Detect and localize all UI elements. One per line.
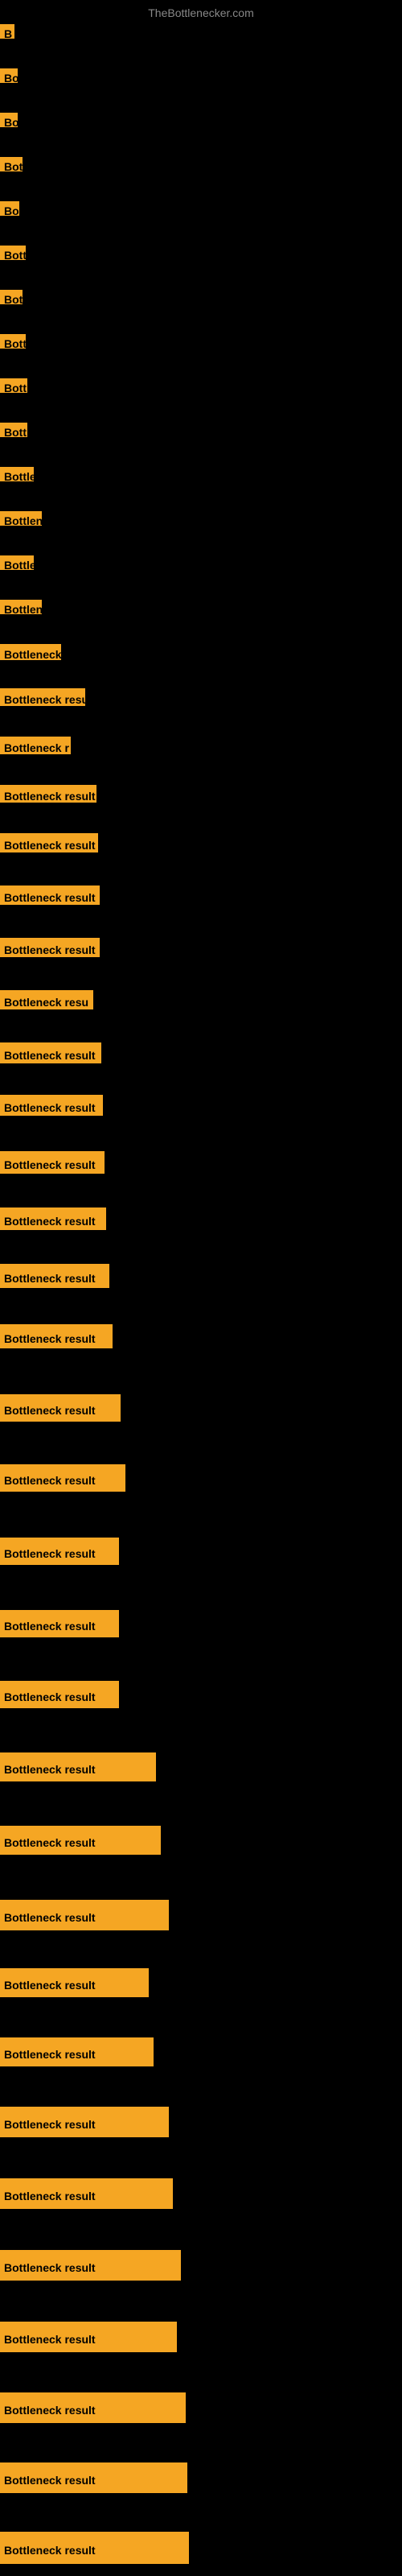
bottleneck-item: Bottleneck result <box>0 1464 125 1492</box>
bottleneck-label: Bottleneck result <box>0 1538 119 1565</box>
bottleneck-item: Bottleneck result <box>0 2322 177 2352</box>
bottleneck-label: Bottleneck resu <box>0 688 85 706</box>
bottleneck-label: Bo <box>0 68 18 83</box>
bottleneck-label: Bottleneck result <box>0 1610 119 1637</box>
bottleneck-label: Bot <box>0 290 23 304</box>
bottleneck-label: Bottleneck result <box>0 1324 113 1348</box>
bottleneck-item: Bott <box>0 378 27 393</box>
bottleneck-label: Bottleneck result <box>0 2462 187 2493</box>
bottleneck-item: Bottleneck result <box>0 1095 103 1116</box>
bottleneck-label: Bottleneck result <box>0 1394 121 1422</box>
bottleneck-label: Bottle <box>0 555 34 570</box>
site-title: TheBottlenecker.com <box>0 0 402 23</box>
bottleneck-item: Bottleneck result <box>0 1681 119 1708</box>
bottleneck-label: Bottleneck r <box>0 737 71 754</box>
bottleneck-item: Bottleneck result <box>0 1826 161 1855</box>
bottleneck-item: Bottlen <box>0 511 42 526</box>
bottleneck-item: Bottlen <box>0 600 42 614</box>
bottleneck-label: Bottleneck result <box>0 1900 169 1930</box>
bottleneck-item: Bottleneck result <box>0 2392 186 2423</box>
bottleneck-item: Bo <box>0 113 18 127</box>
bottleneck-label: Bottleneck result <box>0 2250 181 2281</box>
bottleneck-item: B <box>0 24 14 39</box>
bottleneck-label: Bottle <box>0 467 34 481</box>
bottleneck-label: Bottleneck result <box>0 2178 173 2209</box>
bottleneck-label: Bottleneck result <box>0 1151 105 1174</box>
bottleneck-label: Bottleneck result <box>0 1095 103 1116</box>
bottleneck-item: Bottle <box>0 467 34 481</box>
bottleneck-item: Bottleneck result <box>0 1752 156 1781</box>
bottleneck-item: Bottleneck result <box>0 2250 181 2281</box>
bottleneck-label: Bottleneck result <box>0 2107 169 2137</box>
bottleneck-item: Bottleneck result <box>0 1208 106 1230</box>
bottleneck-label: Bottleneck result <box>0 1681 119 1708</box>
bottleneck-item: Bott <box>0 423 27 437</box>
bottleneck-item: Bot <box>0 290 23 304</box>
bottleneck-item: Bottleneck result <box>0 1610 119 1637</box>
bottleneck-label: Bottleneck result <box>0 1826 161 1855</box>
bottleneck-item: Bott <box>0 246 26 260</box>
bottleneck-item: Bottle <box>0 555 34 570</box>
bottleneck-item: Bottleneck result <box>0 2037 154 2066</box>
bottleneck-item: Bottleneck <box>0 644 61 660</box>
bottleneck-label: Bottleneck result <box>0 785 96 803</box>
bottleneck-item: Bottleneck result <box>0 1264 109 1288</box>
bottleneck-label: Bottleneck result <box>0 2392 186 2423</box>
bottleneck-item: Bottleneck result <box>0 1151 105 1174</box>
bottleneck-label: Bottlen <box>0 600 42 614</box>
bottleneck-item: Bottleneck resu <box>0 990 93 1009</box>
bottleneck-label: Bottleneck result <box>0 1752 156 1781</box>
bottleneck-label: Bottleneck result <box>0 1264 109 1288</box>
bottleneck-label: Bottleneck result <box>0 2532 189 2564</box>
bottleneck-item: Bottleneck result <box>0 1042 101 1063</box>
bottleneck-item: Bottleneck result <box>0 2462 187 2493</box>
bottleneck-label: Bottleneck result <box>0 1464 125 1492</box>
bottleneck-label: Bottleneck result <box>0 886 100 905</box>
bottleneck-item: Bottleneck result <box>0 2178 173 2209</box>
bottleneck-label: Bottleneck result <box>0 2322 177 2352</box>
bottleneck-item: Bottleneck result <box>0 886 100 905</box>
bottleneck-item: Bo <box>0 201 19 216</box>
bottleneck-label: Bott <box>0 423 27 437</box>
bottleneck-item: Bo <box>0 68 18 83</box>
bottleneck-label: Bot <box>0 157 23 171</box>
bottleneck-label: Bott <box>0 334 26 349</box>
bottleneck-item: Bottleneck result <box>0 1900 169 1930</box>
bottleneck-item: Bottleneck result <box>0 785 96 803</box>
bottleneck-item: Bottleneck result <box>0 2107 169 2137</box>
bottleneck-label: Bottleneck result <box>0 1042 101 1063</box>
bottleneck-label: Bottleneck result <box>0 833 98 852</box>
bottleneck-label: Bo <box>0 201 19 216</box>
bottleneck-item: Bot <box>0 157 23 171</box>
bottleneck-item: Bottleneck r <box>0 737 71 754</box>
bottleneck-item: Bottleneck result <box>0 1968 149 1997</box>
bottleneck-item: Bottleneck result <box>0 2532 189 2564</box>
bottleneck-label: Bottleneck <box>0 644 61 660</box>
bottleneck-label: Bottleneck result <box>0 1968 149 1997</box>
bottleneck-label: Bottleneck result <box>0 938 100 957</box>
bottleneck-item: Bottleneck resu <box>0 688 85 706</box>
bottleneck-label: Bott <box>0 378 27 393</box>
bottleneck-label: Bottleneck result <box>0 2037 154 2066</box>
bottleneck-item: Bottleneck result <box>0 938 100 957</box>
bottleneck-label: B <box>0 24 14 39</box>
bottleneck-item: Bott <box>0 334 26 349</box>
bottleneck-item: Bottleneck result <box>0 1394 121 1422</box>
bottleneck-label: Bo <box>0 113 18 127</box>
bottleneck-item: Bottleneck result <box>0 833 98 852</box>
bottleneck-label: Bottlen <box>0 511 42 526</box>
bottleneck-label: Bottleneck result <box>0 1208 106 1230</box>
bottleneck-item: Bottleneck result <box>0 1324 113 1348</box>
bottleneck-label: Bottleneck resu <box>0 990 93 1009</box>
bottleneck-item: Bottleneck result <box>0 1538 119 1565</box>
bottleneck-label: Bott <box>0 246 26 260</box>
